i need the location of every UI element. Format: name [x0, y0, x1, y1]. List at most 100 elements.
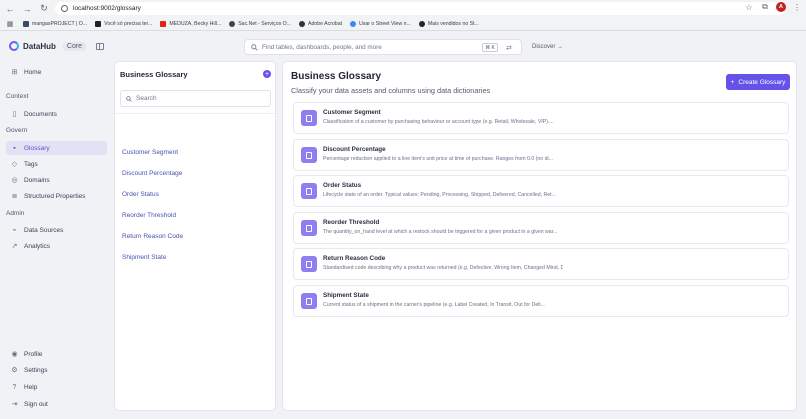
sidebar-item-label: Tags: [24, 160, 38, 168]
home-icon: ⊞: [11, 69, 18, 76]
term-link[interactable]: Reorder Threshold: [122, 212, 176, 219]
add-term-button[interactable]: +: [263, 70, 271, 78]
card-title: Discount Percentage: [323, 146, 386, 153]
address-bar[interactable]: localhost:9002/glossary: [55, 2, 785, 15]
term-link[interactable]: Discount Percentage: [122, 170, 182, 177]
edition-badge: Core: [62, 41, 87, 51]
page-subtitle: Classify your data assets and columns us…: [291, 86, 491, 95]
site-info-icon[interactable]: [61, 5, 68, 12]
sidebar-item-data-sources[interactable]: ⌁ Data Sources: [6, 223, 107, 237]
sidebar-item-settings[interactable]: ⚙ Settings: [6, 363, 107, 377]
sidebar-item-sign-out[interactable]: ⇥ Sign out: [6, 397, 107, 411]
sidebar-item-label: Sign out: [24, 400, 48, 408]
sidebar-item-structured-properties[interactable]: ≣ Structured Properties: [6, 189, 107, 203]
create-glossary-button[interactable]: + Create Glossary: [726, 74, 790, 90]
sidebar-item-label: Structured Properties: [24, 192, 86, 200]
glossary-card[interactable]: Customer Segment Classification of a cus…: [293, 102, 789, 134]
sidebar-collapse-icon[interactable]: [96, 43, 104, 50]
sign-out-icon: ⇥: [11, 401, 18, 408]
tag-icon: ◇: [11, 161, 18, 168]
help-icon: ?: [12, 383, 17, 391]
brand-name: DataHub: [23, 41, 56, 51]
sidebar-item-label: Documents: [24, 110, 57, 118]
top-bar: DataHub Core Find tables, dashboards, pe…: [0, 31, 806, 62]
global-search-input[interactable]: Find tables, dashboards, people, and mor…: [244, 39, 522, 55]
sidebar-item-analytics[interactable]: ↗ Analytics: [6, 239, 107, 253]
discover-link[interactable]: Discover →: [532, 44, 563, 50]
apps-grid-icon[interactable]: ▦: [5, 19, 15, 29]
browser-menu-icon[interactable]: ⋮: [792, 2, 802, 12]
section-context-title: Context: [6, 93, 29, 100]
book-icon: ▪: [13, 144, 16, 152]
steam-icon: [418, 20, 425, 27]
glossary-term-icon: [301, 293, 317, 309]
term-link[interactable]: Order Status: [122, 191, 159, 198]
sidebar-item-label: Analytics: [24, 242, 51, 250]
sidebar-item-label: Domains: [24, 176, 50, 184]
bookmark-item[interactable]: Adobe Acrobat: [298, 20, 342, 27]
browser-actions: ☆ ⧉ A ⋮: [744, 2, 802, 12]
gear-icon: ⚙: [11, 367, 18, 374]
acrobat-icon: [298, 20, 305, 27]
card-title: Customer Segment: [323, 109, 381, 116]
sidebar-item-profile[interactable]: ◉ Profile: [6, 347, 107, 361]
extensions-icon[interactable]: ⧉: [760, 2, 770, 12]
search-placeholder: Search: [136, 95, 157, 102]
bookmark-item[interactable]: Você só precisa ter...: [95, 20, 152, 27]
card-description: Lifecycle state of an order. Typical val…: [323, 192, 556, 198]
glossary-card[interactable]: Order Status Lifecycle state of an order…: [293, 175, 789, 207]
forward-icon[interactable]: →: [20, 2, 34, 16]
term-link[interactable]: Customer Segment: [122, 149, 178, 156]
term-link[interactable]: Return Reason Code: [122, 233, 183, 240]
sidebar-item-tags[interactable]: ◇ Tags: [6, 157, 107, 171]
glossary-card[interactable]: Shipment State Current status of a shipm…: [293, 285, 789, 317]
glossary-term-icon: [301, 183, 317, 199]
glossary-card[interactable]: Discount Percentage Percentage reduction…: [293, 139, 789, 171]
browser-toolbar: ← → ↻ localhost:9002/glossary ☆ ⧉ A ⋮: [0, 0, 806, 17]
card-description: Classification of a customer by purchasi…: [323, 119, 554, 125]
bookmark-star-icon[interactable]: ☆: [744, 2, 754, 12]
back-icon[interactable]: ←: [3, 2, 17, 16]
manga-icon: [23, 20, 29, 27]
plus-icon: +: [730, 78, 735, 86]
plug-icon: ⌁: [12, 227, 17, 234]
bookmark-item[interactable]: Mais vendidos no St...: [418, 20, 479, 27]
profile-avatar[interactable]: A: [776, 2, 786, 12]
bookmark-item[interactable]: MEDUZA, Becky Hill...: [160, 20, 221, 27]
card-title: Return Reason Code: [323, 255, 386, 262]
youtube-icon: [160, 20, 167, 27]
trend-icon: ↗: [11, 243, 18, 250]
sidebar-item-label: Settings: [24, 366, 48, 374]
glossary-card[interactable]: Return Reason Code Standardised code des…: [293, 248, 789, 280]
section-admin-title: Admin: [6, 210, 25, 217]
bookmark-item[interactable]: Usar o Street View n...: [350, 20, 411, 27]
bookmark-item[interactable]: mangasPROJECT | O...: [23, 20, 87, 27]
glossary-list-panel: Business Glossary + Search Customer Segm…: [114, 61, 276, 411]
reload-icon[interactable]: ↻: [37, 2, 51, 16]
sidebar-item-label: Glossary: [24, 144, 50, 152]
browser-chrome: ← → ↻ localhost:9002/glossary ☆ ⧉ A ⋮ ▦ …: [0, 0, 806, 31]
notion-icon: [95, 20, 102, 27]
sidebar-item-glossary[interactable]: ▪ Glossary: [6, 141, 107, 155]
sidebar-item-help[interactable]: ? Help: [6, 380, 107, 394]
card-description: Current status of a shipment in the carr…: [323, 302, 545, 308]
glossary-main-panel: Business Glossary Classify your data ass…: [282, 61, 797, 411]
glossary-search-input[interactable]: Search: [120, 90, 271, 107]
glossary-term-icon: [301, 220, 317, 236]
brand[interactable]: DataHub Core: [9, 41, 87, 51]
sidebar-item-home[interactable]: ⊞ Home: [6, 65, 107, 79]
term-link[interactable]: Shipment State: [122, 254, 166, 261]
sidebar-item-documents[interactable]: ▯ Documents: [6, 107, 107, 121]
sidebar-item-domains[interactable]: ◎ Domains: [6, 173, 107, 187]
glossary-term-icon: [301, 110, 317, 126]
list-panel-title: Business Glossary: [120, 70, 188, 79]
bookmark-item[interactable]: Sac.Net - Serviços O...: [229, 20, 291, 27]
create-glossary-label: Create Glossary: [738, 78, 786, 86]
glossary-term-icon: [301, 147, 317, 163]
sidebar-item-label: Profile: [24, 350, 43, 358]
divider: [115, 113, 275, 114]
datahub-app: DataHub Core Find tables, dashboards, pe…: [0, 31, 806, 419]
google-icon: [350, 20, 357, 27]
filter-sliders-icon[interactable]: ⇄: [506, 44, 512, 52]
glossary-card[interactable]: Reorder Threshold The quantity_on_hand l…: [293, 212, 789, 244]
